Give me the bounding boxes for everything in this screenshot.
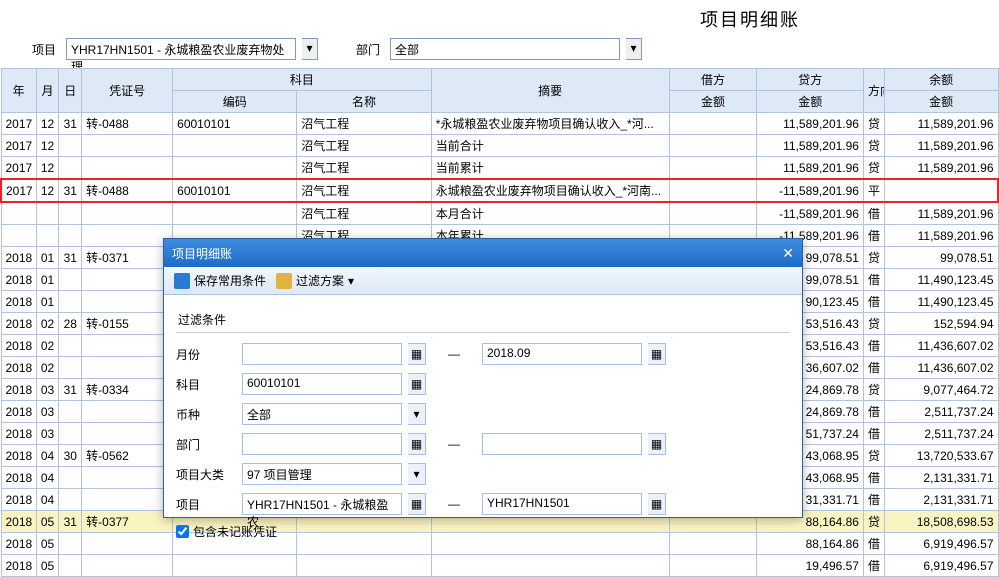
project-to-input[interactable]: YHR17HN1501	[482, 493, 642, 515]
lookup-icon[interactable]: ▦	[408, 493, 426, 515]
project-label: 项目	[176, 496, 236, 513]
col-name[interactable]: 名称	[297, 91, 431, 113]
table-row[interactable]: 20171231转-048860010101沼气工程*永城粮盈农业废弃物项目确认…	[1, 113, 998, 135]
table-row[interactable]: 20180519,496.57借6,919,496.57	[1, 555, 998, 577]
currency-select[interactable]: 全部	[242, 403, 402, 425]
chevron-down-icon: ▾	[348, 274, 354, 288]
close-icon[interactable]: ✕	[782, 245, 794, 262]
col-year[interactable]: 年	[1, 69, 36, 113]
dash: —	[432, 437, 476, 451]
dept-label: 部门	[176, 436, 236, 453]
month-to-input[interactable]: 2018.09	[482, 343, 642, 365]
table-row[interactable]: 201712沼气工程当前合计11,589,201.96贷11,589,201.9…	[1, 135, 998, 157]
month-from-input[interactable]	[242, 343, 402, 365]
filter-cond-label: 过滤条件	[176, 307, 790, 333]
dept-select[interactable]: 全部	[390, 38, 620, 60]
dash: —	[432, 497, 476, 511]
save-cond-label: 保存常用条件	[194, 272, 266, 289]
col-credit[interactable]: 贷方	[757, 69, 864, 91]
col-code[interactable]: 编码	[173, 91, 297, 113]
save-icon	[174, 273, 190, 289]
currency-label: 币种	[176, 406, 236, 423]
dept-dropdown-icon[interactable]: ▾	[626, 38, 642, 60]
col-balance[interactable]: 余额	[884, 69, 998, 91]
include-unposted-checkbox[interactable]	[176, 525, 189, 538]
lookup-icon[interactable]: ▦	[648, 433, 666, 455]
dept-label: 部门	[324, 41, 384, 58]
filter-scheme-label: 过滤方案	[296, 272, 344, 289]
project-select[interactable]: YHR17HN1501 - 永城粮盈农业废弃物处理	[66, 38, 296, 60]
filter-dialog: 项目明细账 ✕ 保存常用条件 过滤方案 ▾ 过滤条件 月份 ▦ — 2018.0…	[163, 238, 803, 518]
dialog-title: 项目明细账	[172, 245, 232, 262]
dept-from-input[interactable]	[242, 433, 402, 455]
col-month[interactable]: 月	[36, 69, 59, 113]
lookup-icon[interactable]: ▦	[408, 373, 426, 395]
filter-scheme-button[interactable]: 过滤方案 ▾	[276, 272, 354, 289]
projcat-select[interactable]: 97 项目管理	[242, 463, 402, 485]
col-voucher[interactable]: 凭证号	[82, 69, 173, 113]
col-day[interactable]: 日	[59, 69, 82, 113]
dash: —	[432, 347, 476, 361]
project-label: 项目	[0, 41, 60, 58]
subject-input[interactable]: 60010101	[242, 373, 402, 395]
folder-icon	[276, 273, 292, 289]
page-title: 项目明细账	[650, 0, 850, 34]
dept-to-input[interactable]	[482, 433, 642, 455]
table-row[interactable]: 20171231转-048860010101沼气工程永城粮盈农业废弃物项目确认收…	[1, 179, 998, 202]
chevron-down-icon[interactable]: ▾	[408, 463, 426, 485]
col-dir[interactable]: 方向	[863, 69, 884, 113]
save-cond-button[interactable]: 保存常用条件	[174, 272, 266, 289]
col-debit[interactable]: 借方	[669, 69, 757, 91]
chevron-down-icon[interactable]: ▾	[408, 403, 426, 425]
calendar-icon[interactable]: ▦	[648, 343, 666, 365]
col-bal-amt[interactable]: 金额	[884, 91, 998, 113]
subject-label: 科目	[176, 376, 236, 393]
calendar-icon[interactable]: ▦	[408, 343, 426, 365]
col-credit-amt[interactable]: 金额	[757, 91, 864, 113]
col-debit-amt[interactable]: 金额	[669, 91, 757, 113]
include-unposted-label: 包含未记账凭证	[193, 523, 277, 540]
lookup-icon[interactable]: ▦	[408, 433, 426, 455]
project-from-input[interactable]: YHR17HN1501 - 永城粮盈农	[242, 493, 402, 515]
col-subject[interactable]: 科目	[173, 69, 432, 91]
projcat-label: 项目大类	[176, 466, 236, 483]
table-row[interactable]: 201712沼气工程当前累计11,589,201.96贷11,589,201.9…	[1, 157, 998, 180]
col-summary[interactable]: 摘要	[431, 69, 669, 113]
table-row[interactable]: 沼气工程本月合计-11,589,201.96借11,589,201.96	[1, 202, 998, 225]
lookup-icon[interactable]: ▦	[648, 493, 666, 515]
month-label: 月份	[176, 346, 236, 363]
project-dropdown-icon[interactable]: ▾	[302, 38, 318, 60]
